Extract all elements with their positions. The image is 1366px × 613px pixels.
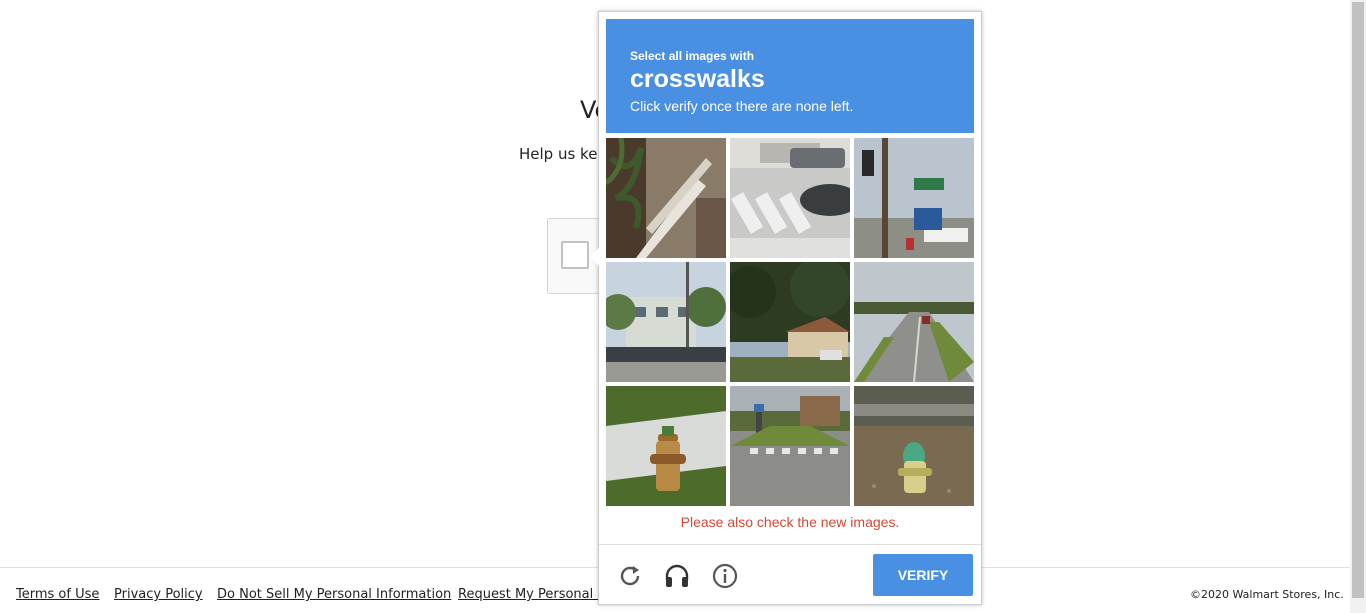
captcha-tile-9[interactable] — [854, 386, 974, 506]
captcha-tile-4[interactable] — [606, 262, 726, 382]
captcha-keyword: crosswalks — [630, 65, 765, 93]
captcha-tile-5[interactable] — [730, 262, 850, 382]
captcha-challenge-popup: Select all images with crosswalks Click … — [590, 11, 982, 605]
audio-headphones-icon[interactable] — [663, 562, 691, 590]
captcha-tile-8[interactable] — [730, 386, 850, 506]
captcha-tile-3[interactable] — [854, 138, 974, 258]
captcha-instruction-small: Select all images with — [630, 49, 755, 63]
verify-button[interactable]: VERIFY — [873, 554, 973, 596]
request-personal-info-link[interactable]: Request My Personal In — [458, 587, 609, 602]
reload-icon[interactable] — [616, 562, 644, 590]
page-scrollbar[interactable] — [1350, 0, 1366, 613]
scrollbar-thumb[interactable] — [1352, 2, 1364, 598]
info-icon[interactable] — [711, 562, 739, 590]
captcha-tile-6[interactable] — [854, 262, 974, 382]
captcha-tile-1[interactable] — [606, 138, 726, 258]
popup-arrow — [590, 248, 599, 266]
captcha-image-grid — [606, 138, 976, 508]
captcha-tile-7[interactable] — [606, 386, 726, 506]
privacy-policy-link[interactable]: Privacy Policy — [114, 587, 203, 602]
captcha-instruction-hint: Click verify once there are none left. — [630, 98, 854, 114]
captcha-header: Select all images with crosswalks Click … — [606, 19, 974, 133]
page-subtext: Help us kee — [519, 145, 607, 163]
copyright-text: ©2020 Walmart Stores, Inc. — [1190, 588, 1344, 601]
recaptcha-checkbox[interactable] — [561, 241, 589, 269]
captcha-error-message: Please also check the new images. — [680, 514, 900, 530]
captcha-tile-2[interactable] — [730, 138, 850, 258]
terms-of-use-link[interactable]: Terms of Use — [16, 587, 99, 602]
captcha-footer-divider — [599, 544, 981, 545]
do-not-sell-link[interactable]: Do Not Sell My Personal Information — [217, 587, 451, 602]
